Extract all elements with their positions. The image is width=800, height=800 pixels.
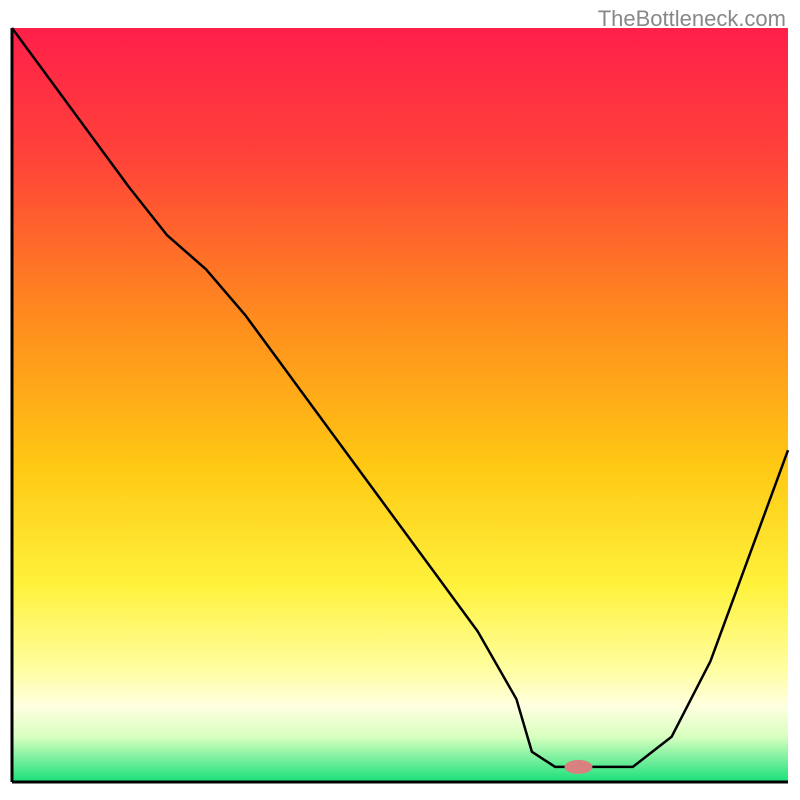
chart-svg (0, 0, 800, 800)
bottleneck-chart: TheBottleneck.com (0, 0, 800, 800)
plot-background (12, 28, 788, 782)
watermark-text: TheBottleneck.com (598, 6, 786, 32)
optimal-point-marker (564, 760, 592, 774)
